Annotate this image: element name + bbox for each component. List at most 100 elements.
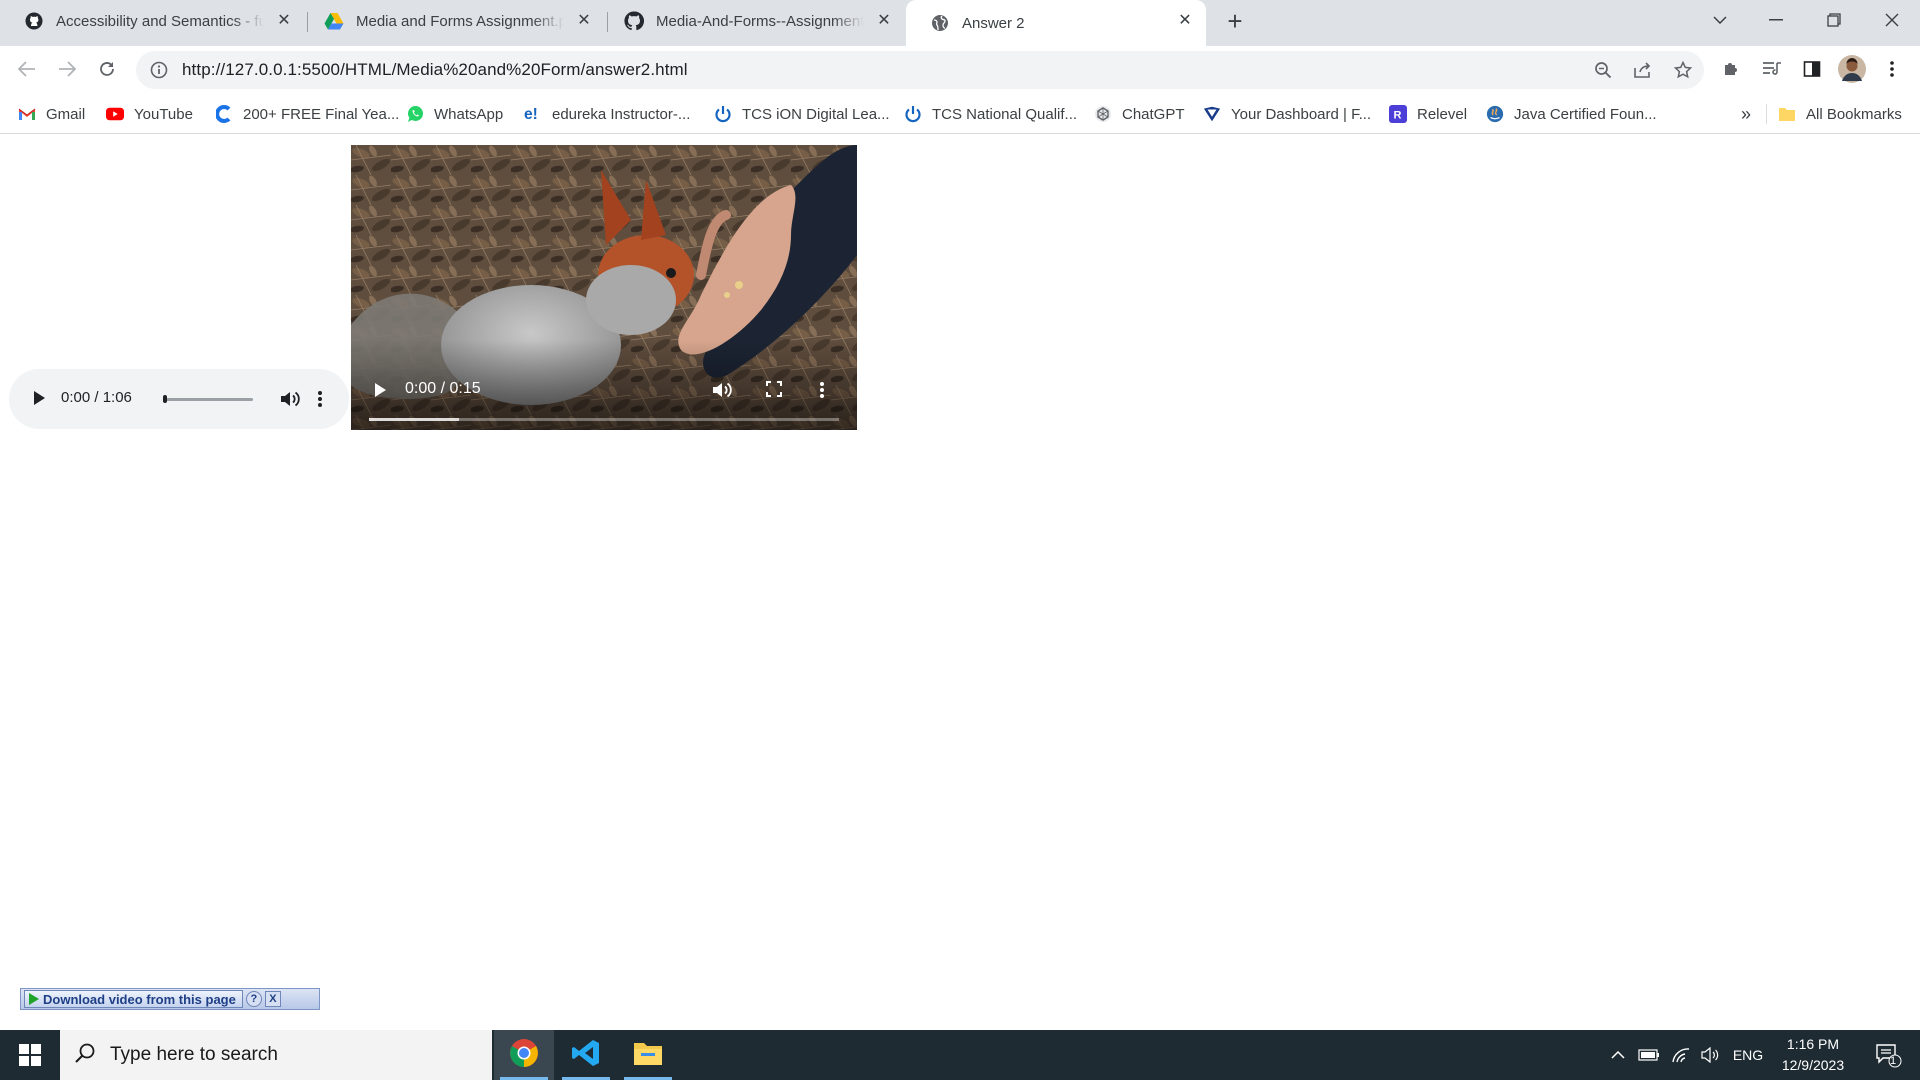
video-controls: 0:00 / 0:15 — [351, 340, 857, 430]
reload-button[interactable] — [91, 53, 123, 85]
battery-icon[interactable] — [1636, 1030, 1662, 1080]
profile-avatar[interactable] — [1836, 53, 1868, 85]
google-drive-icon — [324, 11, 344, 31]
tab-title: Answer 2 — [962, 14, 1025, 32]
bookmark-final-year[interactable]: 200+ FREE Final Yea... — [215, 102, 399, 126]
language-label: ENG — [1732, 1047, 1764, 1063]
bookmark-gmail[interactable]: Gmail — [18, 102, 85, 126]
svg-text:R: R — [1394, 110, 1402, 122]
file-explorer-icon — [633, 1040, 663, 1071]
language-indicator[interactable]: ENG — [1728, 1030, 1768, 1080]
download-close-button[interactable]: X — [264, 991, 281, 1007]
taskbar-file-explorer[interactable] — [618, 1030, 678, 1080]
bookmark-chatgpt[interactable]: ChatGPT — [1094, 102, 1185, 126]
close-tab-icon[interactable]: ✕ — [1176, 12, 1194, 30]
audio-player[interactable]: 0:00 / 1:06 — [9, 369, 349, 429]
windows-start-icon[interactable] — [0, 1030, 60, 1080]
bookmark-tcs-national[interactable]: TCS National Qualif... — [904, 102, 1077, 126]
audio-play-icon[interactable] — [29, 387, 49, 414]
taskbar-chrome[interactable] — [494, 1030, 554, 1080]
reading-list-icon[interactable] — [1756, 53, 1788, 85]
back-button[interactable] — [11, 53, 43, 85]
bookmark-label: TCS iON Digital Lea... — [742, 105, 890, 123]
notification-center-icon[interactable]: 1 — [1866, 1030, 1910, 1080]
github-icon — [624, 11, 644, 31]
java-icon — [1486, 105, 1504, 123]
video-more-options-icon[interactable] — [819, 380, 825, 405]
restore-button[interactable] — [1806, 0, 1862, 40]
audio-progress-slider[interactable] — [163, 398, 253, 401]
download-help-label: ? — [250, 993, 258, 1005]
speaker-icon[interactable] — [1698, 1030, 1724, 1080]
bookmark-star-icon[interactable] — [1667, 51, 1699, 89]
tab-media-forms-pdf[interactable]: Media and Forms Assignment.pdf ✕ — [300, 0, 605, 42]
audio-more-options-icon[interactable] — [317, 388, 323, 415]
audio-time: 0:00 / 1:06 — [61, 389, 132, 406]
audio-volume-icon[interactable] — [279, 388, 301, 415]
c-logo-icon — [215, 105, 233, 123]
taskbar-search-box[interactable]: Type here to search — [60, 1030, 492, 1080]
tab-answer-2[interactable]: Answer 2 ✕ — [906, 0, 1206, 46]
download-help-button[interactable]: ? — [245, 991, 262, 1007]
chrome-icon — [509, 1038, 539, 1073]
close-tab-icon[interactable]: ✕ — [875, 12, 893, 30]
bookmark-whatsapp[interactable]: WhatsApp — [406, 102, 503, 126]
bookmark-youtube[interactable]: YouTube — [106, 102, 193, 126]
fullscreen-icon[interactable] — [765, 380, 783, 403]
browser-toolbar: http://127.0.0.1:5500/HTML/Media%20and%2… — [0, 46, 1920, 92]
zoom-icon[interactable] — [1587, 51, 1619, 89]
all-bookmarks-label: All Bookmarks — [1806, 105, 1902, 123]
bookmark-edureka[interactable]: e! edureka Instructor-... — [524, 102, 690, 126]
all-bookmarks-button[interactable]: All Bookmarks — [1778, 102, 1902, 126]
overflow-label: » — [1741, 103, 1752, 124]
extensions-puzzle-icon[interactable] — [1715, 53, 1747, 85]
wifi-icon[interactable] — [1668, 1030, 1694, 1080]
download-video-label: Download video from this page — [43, 991, 236, 1007]
bookmark-label: Your Dashboard | F... — [1231, 105, 1372, 123]
vscode-icon — [571, 1038, 601, 1073]
minimize-button[interactable] — [1748, 0, 1804, 40]
video-volume-icon[interactable] — [711, 380, 733, 405]
tray-chevron-up-icon[interactable] — [1606, 1030, 1630, 1080]
notification-count: 1 — [1890, 1055, 1897, 1067]
windows-taskbar: Type here to search ENG 1:16 PM 12/9/202… — [0, 1030, 1920, 1080]
bookmark-label: WhatsApp — [434, 105, 504, 123]
close-tab-icon[interactable]: ✕ — [575, 12, 593, 30]
audio-progress-thumb[interactable] — [163, 395, 167, 403]
bookmark-dashboard[interactable]: Your Dashboard | F... — [1203, 102, 1371, 126]
site-info-icon[interactable] — [148, 59, 170, 81]
bookmarks-divider — [1766, 104, 1767, 124]
address-bar[interactable]: http://127.0.0.1:5500/HTML/Media%20and%2… — [136, 51, 1704, 89]
bookmark-java[interactable]: Java Certified Foun... — [1486, 102, 1657, 126]
bookmark-label: edureka Instructor-... — [552, 105, 691, 123]
gmail-icon — [18, 105, 36, 123]
tab-github-repo[interactable]: Media-And-Forms--Assignment ✕ — [600, 0, 905, 42]
taskbar-clock[interactable]: 1:16 PM 12/9/2023 — [1768, 1034, 1858, 1076]
tab-title: Media-And-Forms--Assignment — [656, 12, 864, 30]
bookmark-label: YouTube — [134, 105, 193, 123]
share-icon[interactable] — [1627, 51, 1659, 89]
bookmark-relevel[interactable]: R Relevel — [1389, 102, 1467, 126]
video-play-icon[interactable] — [371, 380, 389, 405]
bookmark-tcs-ion[interactable]: TCS iON Digital Lea... — [714, 102, 890, 126]
folder-icon — [1778, 105, 1796, 123]
relevel-icon: R — [1389, 105, 1407, 123]
tab-search-chevron-icon[interactable] — [1692, 0, 1748, 40]
taskbar-vscode[interactable] — [556, 1030, 616, 1080]
forward-button[interactable] — [51, 53, 83, 85]
url-text[interactable]: http://127.0.0.1:5500/HTML/Media%20and%2… — [182, 60, 688, 80]
new-tab-button[interactable]: + — [1221, 8, 1249, 36]
video-player[interactable]: 0:00 / 0:15 — [351, 145, 857, 430]
youtube-icon — [106, 105, 124, 123]
close-tab-icon[interactable]: ✕ — [275, 12, 293, 30]
chrome-menu-icon[interactable] — [1876, 53, 1908, 85]
bookmarks-overflow-chevron[interactable]: » — [1741, 102, 1751, 126]
side-panel-icon[interactable] — [1796, 53, 1828, 85]
dashboard-icon — [1203, 105, 1221, 123]
close-window-button[interactable] — [1864, 0, 1920, 40]
bookmark-label: Gmail — [46, 105, 86, 123]
tab-accessibility[interactable]: Accessibility and Semantics - full ✕ — [0, 0, 305, 42]
download-video-button[interactable]: Download video from this page — [24, 990, 243, 1008]
chatgpt-icon — [1094, 105, 1112, 123]
tab-strip: Accessibility and Semantics - full ✕ Med… — [0, 0, 1920, 46]
